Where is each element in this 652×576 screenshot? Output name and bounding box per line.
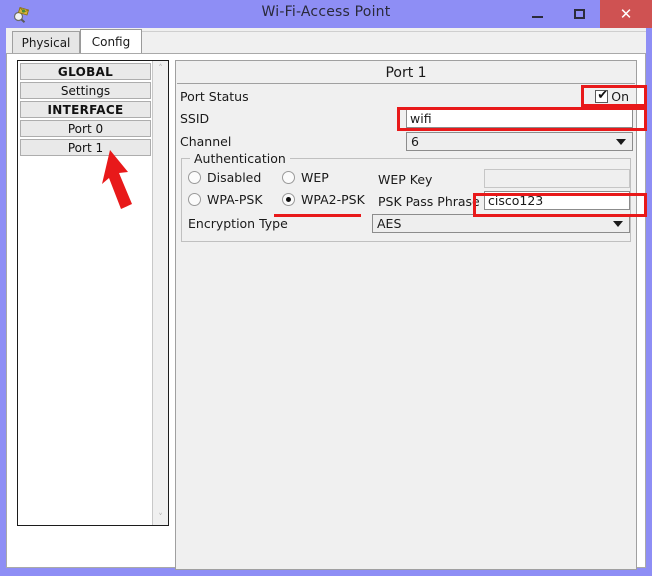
wifi-access-point-window: Wi-Fi-Access Point ✕ Physical Config GLO… — [0, 0, 652, 576]
close-button[interactable]: ✕ — [600, 0, 652, 28]
radio-disabled[interactable]: Disabled — [188, 170, 261, 185]
port-status-row: Port Status ✔ On — [179, 87, 633, 108]
tab-config[interactable]: Config — [80, 29, 142, 53]
config-navigation-list: GLOBAL Settings INTERFACE Port 0 Port 1 — [18, 61, 153, 525]
maximize-button[interactable] — [558, 0, 600, 28]
sidebar-item-label: Port 1 — [67, 140, 104, 155]
tab-strip-filler — [142, 31, 646, 54]
encryption-type-select[interactable]: AES — [372, 214, 630, 233]
port-status-label: Port Status — [180, 89, 249, 104]
sidebar-item-settings[interactable]: Settings — [20, 82, 151, 99]
tab-physical-label: Physical — [21, 35, 71, 50]
client-area: Physical Config GLOBAL Settings INTERFAC… — [6, 28, 646, 570]
sidebar-item-global[interactable]: GLOBAL — [20, 63, 151, 80]
radio-dot-icon — [188, 171, 201, 184]
minimize-button[interactable] — [516, 0, 558, 28]
radio-label: Disabled — [207, 170, 262, 185]
channel-label: Channel — [180, 134, 232, 149]
close-icon: ✕ — [619, 4, 633, 23]
port-status-checkbox-group[interactable]: ✔ On — [592, 87, 633, 106]
config-navigation-panel: GLOBAL Settings INTERFACE Port 0 Port 1 — [17, 60, 169, 526]
sidebar-item-interface[interactable]: INTERFACE — [20, 101, 151, 118]
ssid-row: SSID wifi — [179, 109, 633, 130]
psk-pass-phrase-label: PSK Pass Phrase — [378, 194, 480, 209]
window-controls: ✕ — [516, 0, 652, 28]
psk-pass-phrase-input[interactable]: cisco123 — [484, 191, 630, 210]
radio-label: WPA-PSK — [207, 192, 263, 207]
chevron-down-icon — [613, 220, 623, 227]
navigation-scrollbar[interactable]: ˄ ˅ — [152, 61, 168, 525]
radio-wpa2-psk[interactable]: WPA2-PSK — [282, 192, 365, 207]
ssid-label: SSID — [180, 111, 210, 126]
scroll-down-icon[interactable]: ˅ — [153, 510, 168, 525]
channel-row: Channel 6 — [179, 132, 633, 153]
radio-dot-icon — [282, 171, 295, 184]
wep-key-label: WEP Key — [378, 172, 433, 187]
config-tab-panel: GLOBAL Settings INTERFACE Port 0 Port 1 — [6, 53, 646, 570]
ssid-input[interactable]: wifi — [406, 109, 633, 128]
channel-select[interactable]: 6 — [406, 132, 633, 151]
minimize-icon — [531, 16, 543, 18]
radio-label: WPA2-PSK — [301, 192, 365, 207]
sidebar-item-label: Settings — [60, 83, 111, 98]
radio-wpa-psk[interactable]: WPA-PSK — [188, 192, 263, 207]
sidebar-item-label: Port 0 — [67, 121, 104, 136]
wep-key-input[interactable] — [484, 169, 630, 188]
authentication-legend: Authentication — [190, 151, 290, 166]
sidebar-item-label: GLOBAL — [57, 64, 114, 79]
radio-wep[interactable]: WEP — [282, 170, 329, 185]
encryption-type-value: AES — [377, 216, 402, 231]
panel-title: Port 1 — [177, 62, 635, 84]
channel-value: 6 — [411, 134, 419, 149]
radio-dot-icon — [282, 193, 295, 206]
port-status-on-label: On — [611, 89, 629, 104]
check-icon: ✔ — [597, 88, 609, 103]
radio-dot-icon — [188, 193, 201, 206]
title-bar: Wi-Fi-Access Point ✕ — [0, 0, 652, 28]
port-config-panel: Port 1 Port Status ✔ On SSID wifi Channe… — [175, 60, 637, 570]
sidebar-item-port-0[interactable]: Port 0 — [20, 120, 151, 137]
sidebar-item-label: INTERFACE — [47, 102, 124, 117]
chevron-down-icon — [616, 138, 626, 145]
tab-config-label: Config — [91, 34, 131, 49]
tab-physical[interactable]: Physical — [12, 31, 80, 53]
radio-label: WEP — [301, 170, 329, 185]
maximize-icon — [573, 9, 585, 19]
port-status-checkbox[interactable]: ✔ — [595, 88, 609, 103]
authentication-fieldset: Authentication Disabled WEP WEP Key WPA-… — [181, 151, 631, 242]
scroll-up-icon[interactable]: ˄ — [153, 61, 168, 76]
sidebar-item-port-1[interactable]: Port 1 — [20, 139, 151, 156]
encryption-type-label: Encryption Type — [188, 216, 288, 231]
tab-strip: Physical Config — [6, 28, 646, 54]
